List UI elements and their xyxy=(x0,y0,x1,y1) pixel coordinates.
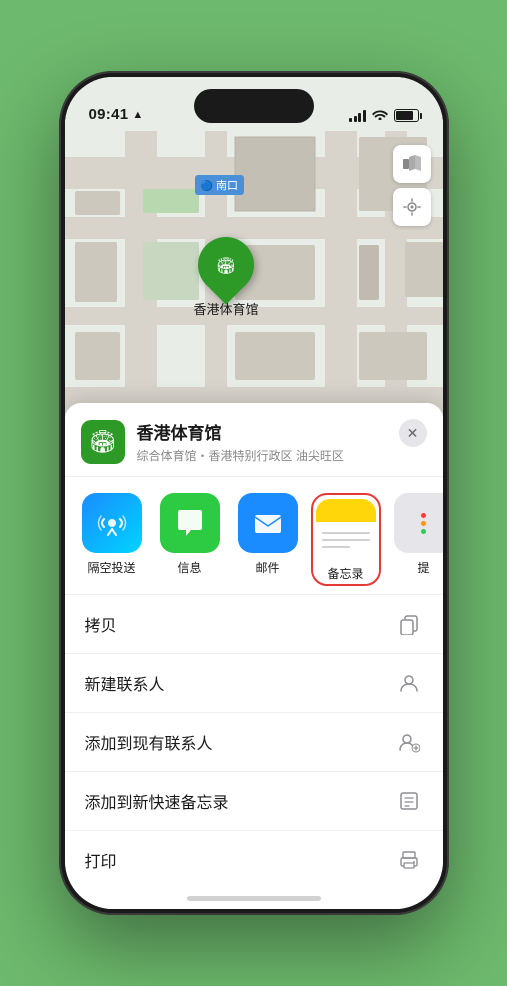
action-list: 拷贝 新建联系人 xyxy=(65,594,443,909)
share-row: 隔空投送 信息 xyxy=(65,477,443,594)
mail-icon xyxy=(238,493,298,553)
share-item-more[interactable]: 提 xyxy=(389,493,443,586)
add-existing-label: 添加到现有联系人 xyxy=(85,730,213,754)
status-time: 09:41 xyxy=(89,106,129,123)
location-button[interactable] xyxy=(393,188,431,226)
action-print[interactable]: 打印 xyxy=(65,830,443,889)
share-item-airdrop[interactable]: 隔空投送 xyxy=(77,493,147,586)
location-info: 香港体育馆 综合体育馆・香港特别行政区 油尖旺区 xyxy=(137,419,427,464)
share-item-mail[interactable]: 邮件 xyxy=(233,493,303,586)
phone-frame: 09:41 ▲ xyxy=(59,71,449,915)
map-type-button[interactable] xyxy=(393,145,431,183)
copy-icon xyxy=(395,610,423,638)
action-copy[interactable]: 拷贝 xyxy=(65,594,443,653)
map-south-entrance-label: 🔵 南口 xyxy=(195,175,245,195)
pin-icon: 🏟 xyxy=(207,246,245,284)
signal-bars-icon xyxy=(349,110,366,122)
map-controls xyxy=(393,145,431,226)
add-existing-icon xyxy=(395,728,423,756)
airdrop-icon xyxy=(82,493,142,553)
wifi-icon xyxy=(372,108,388,123)
more-icon xyxy=(394,493,443,553)
venue-description: 综合体育馆・香港特别行政区 油尖旺区 xyxy=(137,447,427,464)
battery-icon xyxy=(394,109,419,122)
add-quick-note-label: 添加到新快速备忘录 xyxy=(85,789,229,813)
action-add-existing-contact[interactable]: 添加到现有联系人 xyxy=(65,712,443,771)
copy-label: 拷贝 xyxy=(85,612,117,636)
print-label: 打印 xyxy=(85,848,117,872)
location-arrow-icon: ▲ xyxy=(132,109,143,121)
airdrop-label: 隔空投送 xyxy=(87,559,135,576)
location-header: 🏟 香港体育馆 综合体育馆・香港特别行政区 油尖旺区 ✕ xyxy=(65,403,443,477)
add-quick-note-icon xyxy=(395,787,423,815)
notes-label: 备忘录 xyxy=(327,565,363,582)
bottom-sheet: 🏟 香港体育馆 综合体育馆・香港特别行政区 油尖旺区 ✕ xyxy=(65,403,443,909)
phone-screen: 09:41 ▲ xyxy=(65,77,443,909)
message-label: 信息 xyxy=(177,559,201,576)
dynamic-island xyxy=(194,89,314,123)
new-contact-icon xyxy=(395,669,423,697)
action-add-quick-note[interactable]: 添加到新快速备忘录 xyxy=(65,771,443,830)
venue-name: 香港体育馆 xyxy=(137,419,427,444)
mail-label: 邮件 xyxy=(255,559,279,576)
print-icon xyxy=(395,846,423,874)
status-icons xyxy=(349,108,419,123)
home-indicator xyxy=(187,896,321,901)
share-item-notes[interactable]: 备忘录 xyxy=(311,493,381,586)
location-pin: 🏟 香港体育馆 xyxy=(194,237,259,318)
close-icon: ✕ xyxy=(407,425,419,442)
venue-logo: 🏟 xyxy=(81,420,125,464)
message-icon xyxy=(160,493,220,553)
new-contact-label: 新建联系人 xyxy=(85,671,165,695)
more-label: 提 xyxy=(417,559,429,576)
action-new-contact[interactable]: 新建联系人 xyxy=(65,653,443,712)
svg-text:🏟: 🏟 xyxy=(216,257,236,275)
notes-icon xyxy=(316,499,376,559)
close-button[interactable]: ✕ xyxy=(399,419,427,447)
share-item-message[interactable]: 信息 xyxy=(155,493,225,586)
